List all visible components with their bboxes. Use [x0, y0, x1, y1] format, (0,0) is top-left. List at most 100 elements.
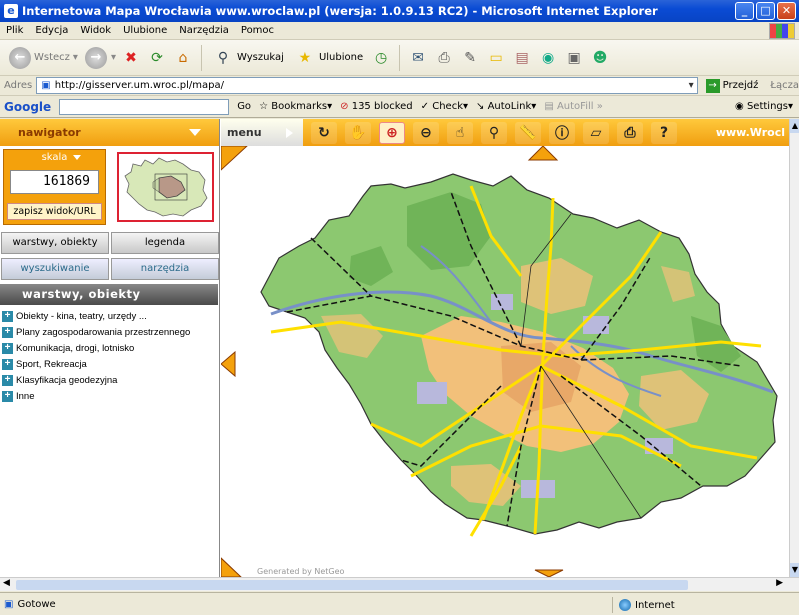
favorites-button[interactable]: ★ Ulubione: [291, 47, 366, 69]
expand-plus-icon[interactable]: +: [2, 390, 13, 402]
overview-minimap[interactable]: [117, 152, 214, 222]
expand-plus-icon[interactable]: +: [2, 374, 13, 386]
scale-input[interactable]: 161869: [10, 170, 99, 194]
zoom-out-icon[interactable]: ⊖: [413, 121, 439, 144]
pan-north-arrow-icon[interactable]: [527, 146, 559, 161]
autolink-button[interactable]: ↘ AutoLink▾: [476, 101, 536, 112]
print-map-icon[interactable]: ⎙: [617, 121, 643, 144]
go-button[interactable]: → Przejdź: [705, 78, 758, 93]
chevron-down-icon[interactable]: ▾: [111, 52, 116, 63]
layer-item[interactable]: + Klasyfikacja geodezyjna: [2, 372, 218, 388]
google-logo[interactable]: Google: [4, 100, 51, 114]
layer-label: Plany zagospodarowania przestrzennego: [16, 326, 191, 338]
menu-edit[interactable]: Edycja: [35, 25, 68, 36]
messenger-icon[interactable]: ◉: [537, 47, 559, 69]
edit-icon[interactable]: ✎: [459, 47, 481, 69]
search-button[interactable]: ⚲ Wyszukaj: [209, 47, 287, 69]
forward-button[interactable]: →: [84, 46, 107, 69]
scroll-left-icon[interactable]: ◀: [3, 578, 10, 588]
tab-search[interactable]: wyszukiwanie: [1, 258, 109, 280]
pan-hand-icon[interactable]: ✋: [345, 121, 371, 144]
tab-legend[interactable]: legenda: [111, 232, 219, 254]
eraser-icon[interactable]: ▱: [583, 121, 609, 144]
site-link[interactable]: www.Wrocl: [716, 126, 785, 139]
pan-sw-arrow-icon[interactable]: [221, 557, 242, 577]
menu-help[interactable]: Pomoc: [241, 25, 274, 36]
autofill-button[interactable]: ▤ AutoFill »: [544, 101, 603, 112]
bookmarks-button[interactable]: ☆ Bookmarks▾: [259, 101, 332, 112]
navigator-title: nawigator: [18, 126, 81, 139]
map-menu-button[interactable]: menu: [221, 119, 303, 146]
folder-icon[interactable]: ▭: [485, 47, 507, 69]
toolbox-icon[interactable]: ▣: [563, 47, 585, 69]
favorites-label: Ulubione: [318, 52, 364, 63]
refresh-map-icon[interactable]: ↻: [311, 121, 337, 144]
users-icon[interactable]: ☻: [589, 47, 611, 69]
tab-tools[interactable]: narzędzia: [111, 258, 219, 280]
address-input[interactable]: ▣ http://gisserver.um.wroc.pl/mapa/ ▾: [36, 77, 698, 94]
menu-tools[interactable]: Narzędzia: [179, 25, 229, 36]
layer-item[interactable]: + Plany zagospodarowania przestrzennego: [2, 324, 218, 340]
tab-layers[interactable]: warstwy, obiekty: [1, 232, 109, 254]
security-zone[interactable]: Internet: [612, 597, 675, 613]
stop-icon[interactable]: ✖: [120, 47, 142, 69]
google-search-input[interactable]: [59, 98, 230, 115]
scale-box: skala 161869 zapisz widok/URL: [3, 149, 106, 225]
map-toolbar: menu ↻ ✋ ⊕ ⊖ ☝ ⚲ 📏 ⓘ ▱ ⎙ ? www.Wrocl: [221, 119, 789, 146]
expand-plus-icon[interactable]: +: [2, 310, 13, 322]
menu-file[interactable]: Plik: [6, 25, 23, 36]
google-go-button[interactable]: Go: [237, 101, 251, 112]
pan-south-arrow-icon[interactable]: [534, 569, 564, 577]
address-dropdown-icon[interactable]: ▾: [689, 80, 694, 91]
links-label[interactable]: Łącza: [770, 80, 799, 91]
pan-nw-arrow-icon[interactable]: [221, 146, 248, 171]
collapse-triangle-icon[interactable]: [189, 129, 201, 136]
zoom-in-icon[interactable]: ⊕: [379, 121, 405, 144]
back-label: Wstecz: [34, 52, 70, 63]
page-content: nawigator skala 161869 zapisz widok/URL …: [0, 119, 799, 577]
expand-plus-icon[interactable]: +: [2, 326, 13, 338]
scale-dropdown-icon: [73, 155, 81, 160]
scroll-up-icon[interactable]: ▲: [790, 119, 799, 133]
settings-button[interactable]: ◉ Settings▾: [735, 101, 793, 112]
find-icon[interactable]: ⚲: [481, 121, 507, 144]
expand-plus-icon[interactable]: +: [2, 342, 13, 354]
layer-item[interactable]: + Sport, Rekreacja: [2, 356, 218, 372]
close-button[interactable]: ✕: [777, 2, 796, 20]
measure-ruler-icon[interactable]: 📏: [515, 121, 541, 144]
mail-icon[interactable]: ✉: [407, 47, 429, 69]
history-icon[interactable]: ◷: [370, 47, 392, 69]
windows-logo-icon: [769, 23, 795, 39]
navigator-header[interactable]: nawigator: [0, 119, 219, 146]
info-icon[interactable]: ⓘ: [549, 121, 575, 144]
popup-blocked-button[interactable]: ⊘ 135 blocked: [340, 101, 413, 112]
address-label: Adres: [4, 80, 33, 91]
help-icon[interactable]: ?: [651, 121, 677, 144]
layer-item[interactable]: + Komunikacja, drogi, lotnisko: [2, 340, 218, 356]
layer-item[interactable]: + Obiekty - kina, teatry, urzędy ...: [2, 308, 218, 324]
layer-label: Sport, Rekreacja: [16, 358, 87, 370]
refresh-icon[interactable]: ⟳: [146, 47, 168, 69]
horizontal-scroll-thumb[interactable]: [16, 580, 688, 590]
research-icon[interactable]: ▤: [511, 47, 533, 69]
print-icon[interactable]: ⎙: [433, 47, 455, 69]
select-hand-icon[interactable]: ☝: [447, 121, 473, 144]
scroll-right-icon[interactable]: ▶: [776, 578, 783, 588]
minimize-button[interactable]: _: [735, 2, 754, 20]
menu-favorites[interactable]: Ulubione: [123, 25, 167, 36]
save-view-button[interactable]: zapisz widok/URL: [7, 203, 102, 220]
menu-view[interactable]: Widok: [80, 25, 111, 36]
spellcheck-button[interactable]: ✓ Check▾: [421, 101, 468, 112]
vertical-scrollbar[interactable]: ▲ ▼: [789, 119, 799, 577]
scroll-down-icon[interactable]: ▼: [790, 563, 799, 577]
pan-west-arrow-icon[interactable]: [221, 350, 236, 378]
map-canvas[interactable]: Generated by NetGeo: [221, 146, 789, 577]
maximize-button[interactable]: □: [756, 2, 775, 20]
back-button[interactable]: ← Wstecz ▾: [6, 46, 81, 69]
blocked-label: 135 blocked: [351, 101, 413, 112]
expand-plus-icon[interactable]: +: [2, 358, 13, 370]
scale-dropdown[interactable]: skala: [4, 150, 105, 166]
layer-item[interactable]: + Inne: [2, 388, 218, 404]
home-icon[interactable]: ⌂: [172, 47, 194, 69]
horizontal-scrollbar[interactable]: ◀ ▶: [0, 577, 799, 591]
